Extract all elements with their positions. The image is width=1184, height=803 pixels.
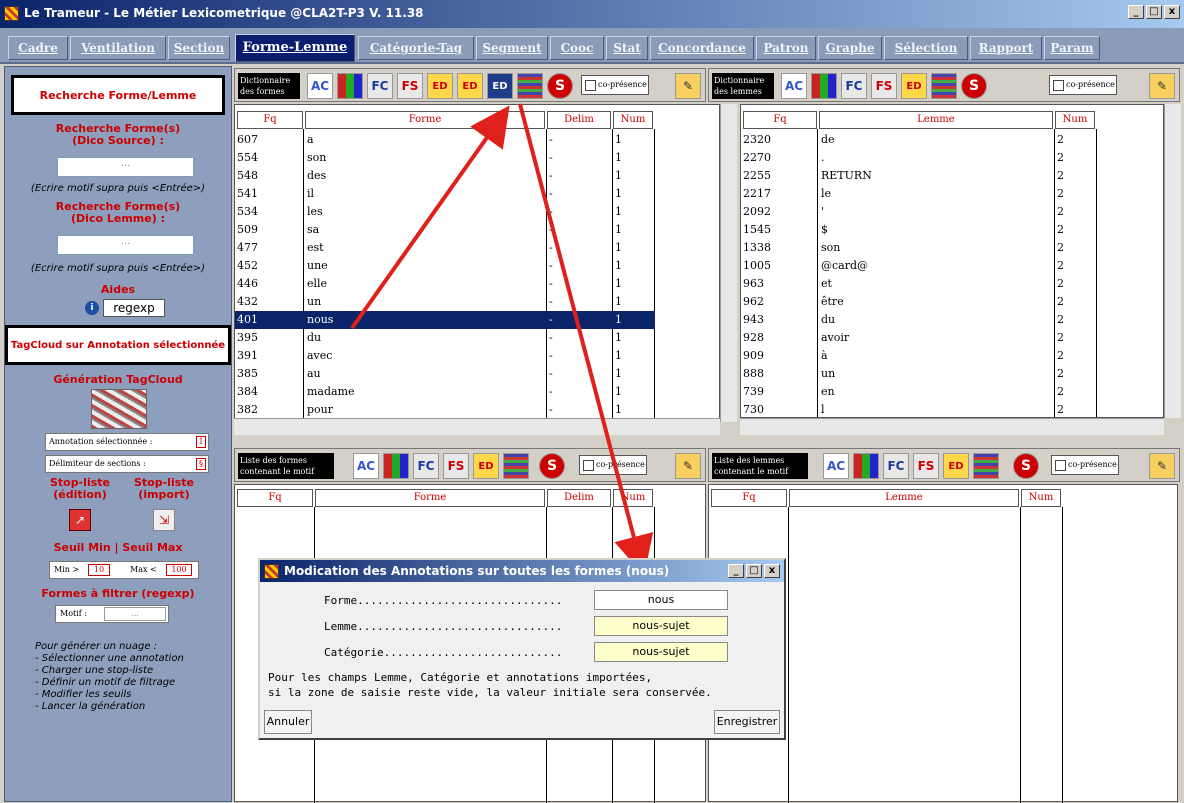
dialog-info-line: si la zone de saisie reste vide, la vale… [268,686,712,699]
dialog-title: Modication des Annotations sur toutes le… [260,560,784,582]
lemme-input[interactable]: nous-sujet [594,616,728,636]
categorie-label: Catégorie........................... [324,646,563,659]
dialog-info-line: Pour les champs Lemme, Catégorie et anno… [268,671,653,684]
dialog-app-icon [264,564,279,579]
save-button[interactable]: Enregistrer [714,710,780,734]
arrow-from-nous [350,105,510,330]
forme-label: Forme............................... [324,594,563,607]
dialog-minimize-button[interactable]: _ [728,564,744,578]
dialog-info: Pour les champs Lemme, Catégorie et anno… [268,670,712,700]
dialog-close-button[interactable]: x [764,564,780,578]
cancel-button[interactable]: Annuler [264,710,312,734]
modification-dialog: Modication des Annotations sur toutes le… [258,558,786,740]
arrow-to-dialog [518,103,654,576]
forme-input[interactable]: nous [594,590,728,610]
dialog-maximize-button[interactable]: □ [746,564,762,578]
categorie-input[interactable]: nous-sujet [594,642,728,662]
lemme-label: Lemme............................... [324,620,563,633]
